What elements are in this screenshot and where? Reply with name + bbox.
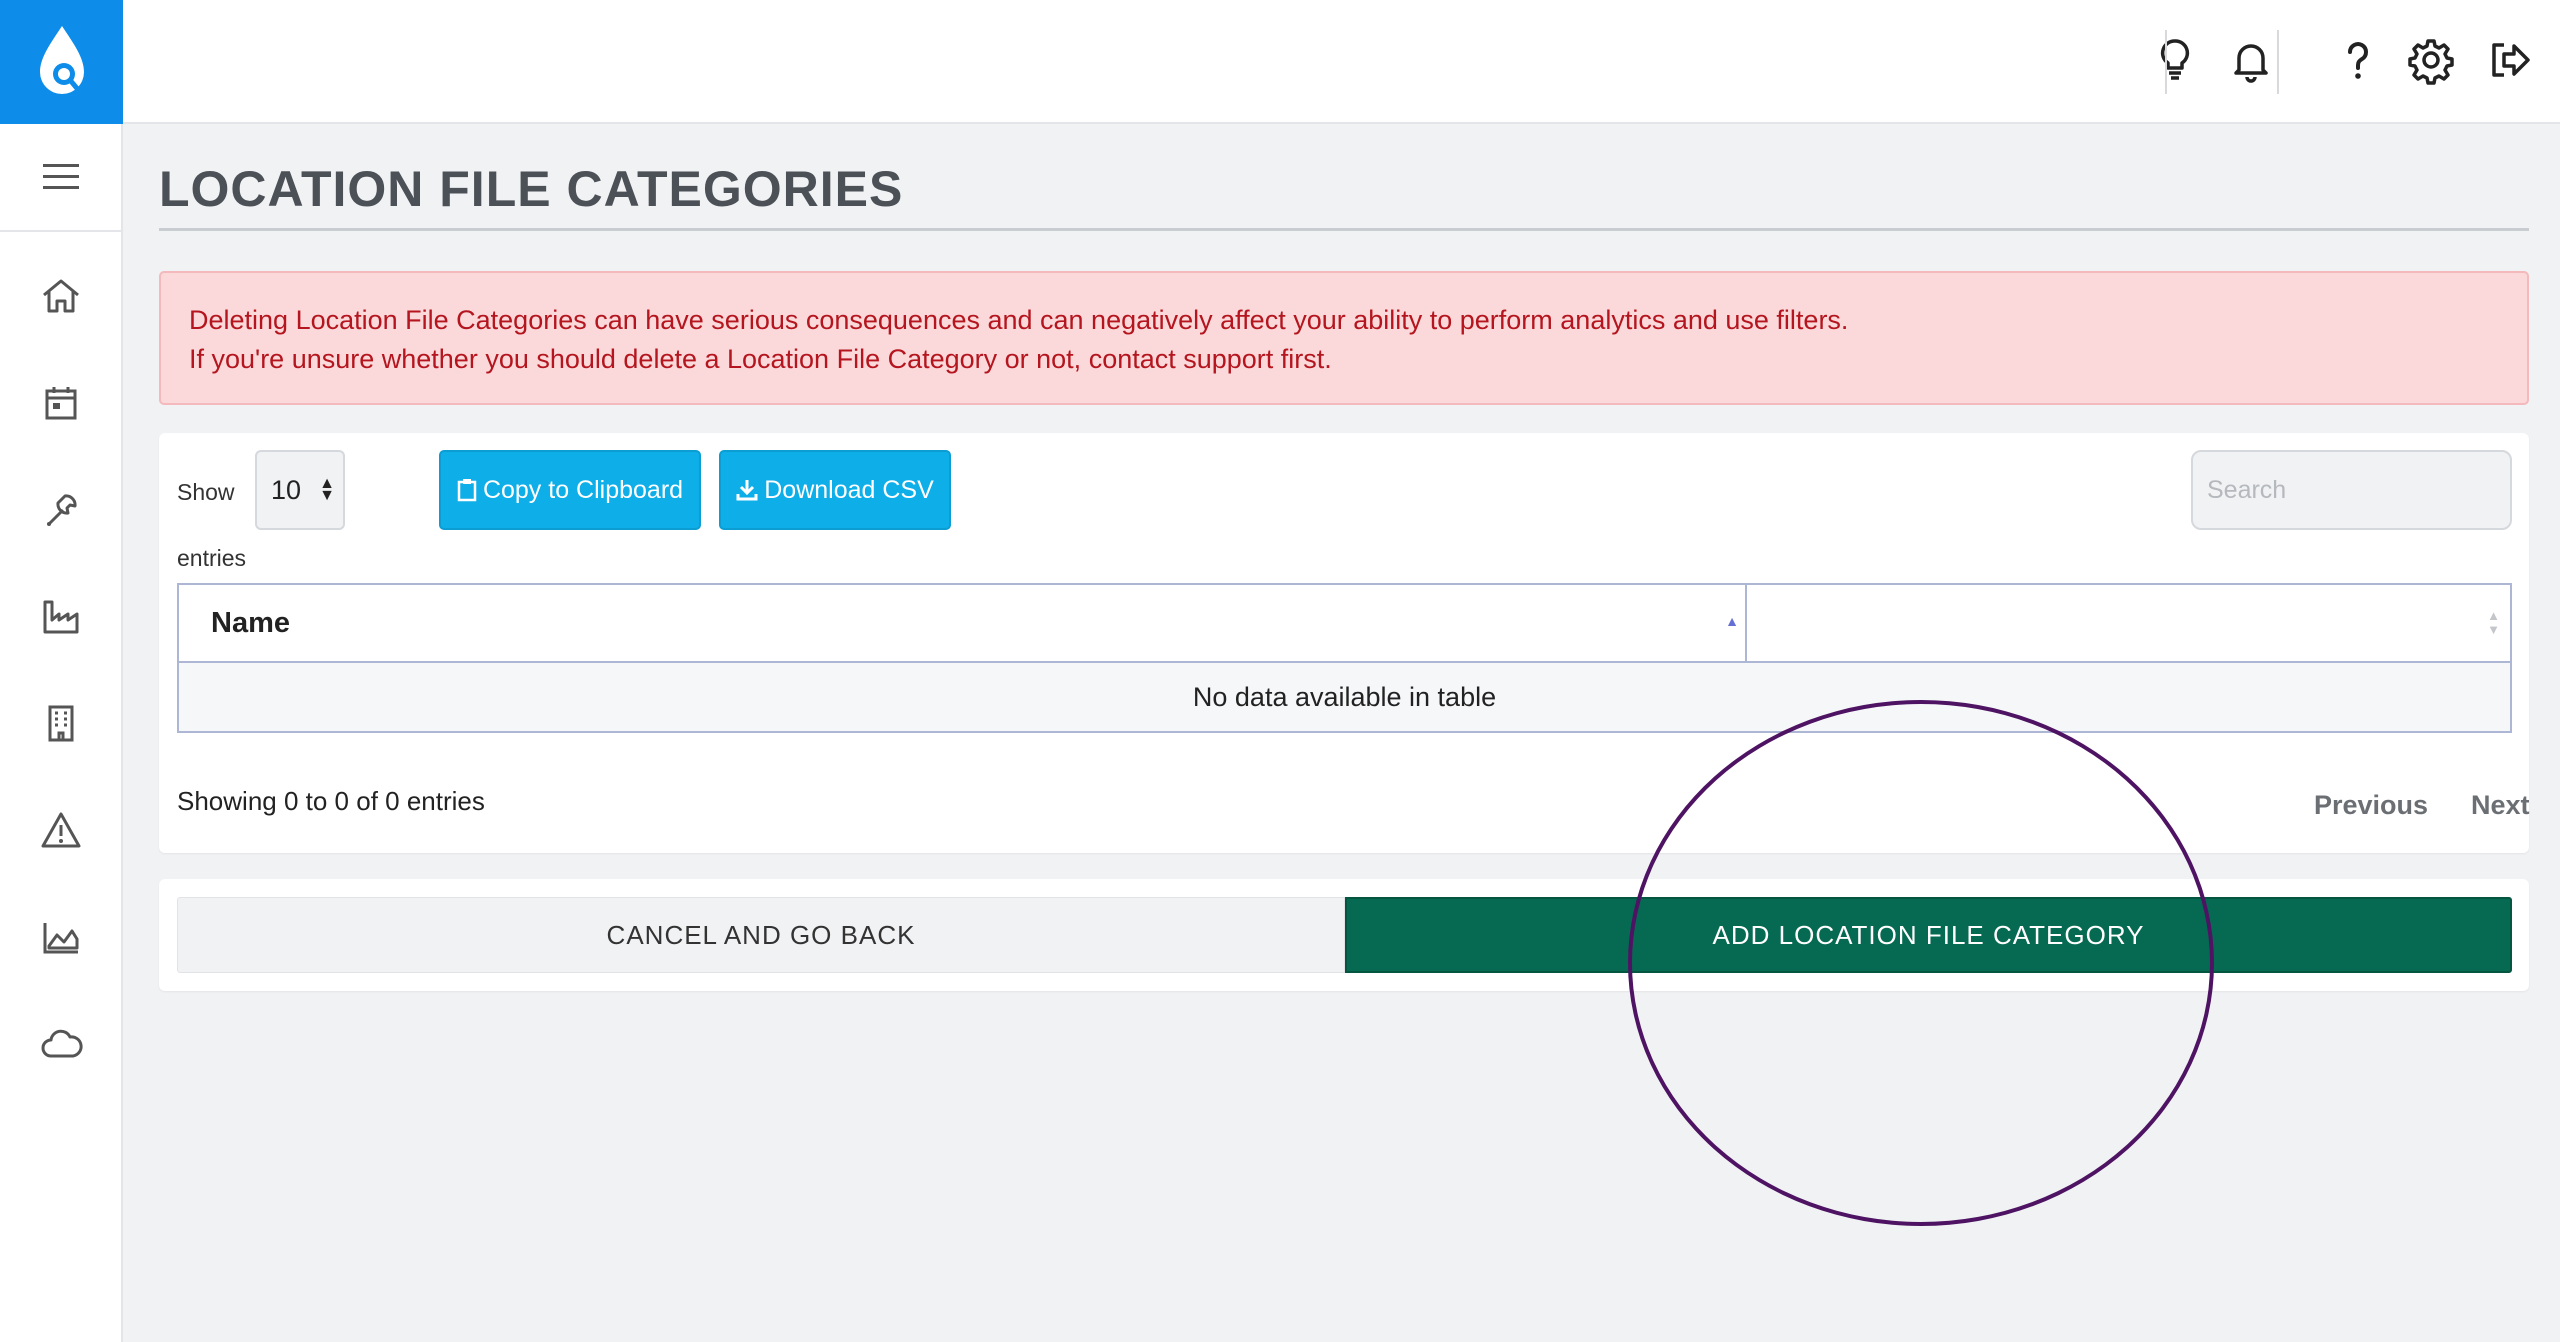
next-page-button[interactable]: Next — [2471, 790, 2530, 821]
building-icon — [48, 705, 73, 741]
copy-label: Copy to Clipboard — [482, 475, 684, 504]
show-label: Show — [177, 479, 235, 505]
alert-line-2: If you're unsure whether you should dele… — [189, 344, 1332, 374]
sidebar-item-buildings[interactable] — [0, 670, 121, 777]
table-header-row: Name ▲ ▲ ▼ — [177, 583, 2512, 663]
gear-icon — [2408, 39, 2454, 85]
sidebar-item-cloud[interactable] — [0, 991, 121, 1098]
entries-per-page-select[interactable]: 10 ▲ ▼ — [255, 450, 345, 530]
sidebar-item-facilities[interactable] — [0, 563, 121, 670]
top-header — [123, 0, 2560, 124]
hamburger-icon — [42, 164, 79, 189]
download-csv-button[interactable]: Download CSV — [719, 450, 951, 530]
column-header-name[interactable]: Name ▲ — [177, 583, 1747, 663]
menu-toggle-button[interactable] — [0, 124, 121, 232]
table-card: Show 10 ▲ ▼ entries Copy to Clipboard Dow… — [159, 433, 2530, 853]
csv-label: Download CSV — [764, 475, 934, 504]
alert-line-1: Deleting Location File Categories can ha… — [189, 305, 1849, 335]
main-content: LOCATION FILE CATEGORIES Deleting Locati… — [123, 124, 2560, 1342]
table-info: Showing 0 to 0 of 0 entries — [177, 786, 485, 816]
copy-to-clipboard-button[interactable]: Copy to Clipboard — [439, 450, 701, 530]
wrench-icon — [46, 493, 77, 526]
sort-both-icon: ▲ ▼ — [2487, 608, 2500, 637]
help-button[interactable] — [2328, 30, 2388, 90]
help-icon — [2348, 42, 2368, 79]
sidebar-item-maintenance[interactable] — [0, 456, 121, 563]
actions-card: CANCEL AND GO BACK ADD LOCATION FILE CAT… — [159, 879, 2529, 991]
header-divider — [2277, 30, 2279, 94]
sidebar-item-calendar[interactable] — [0, 349, 121, 456]
app-logo[interactable] — [0, 0, 123, 124]
home-icon — [42, 279, 79, 312]
warning-icon — [41, 812, 80, 847]
previous-page-button[interactable]: Previous — [2314, 790, 2428, 821]
notifications-button[interactable] — [2221, 30, 2281, 90]
page-title: LOCATION FILE CATEGORIES — [159, 160, 2529, 231]
tips-button[interactable] — [2145, 30, 2205, 90]
entries-value: 10 — [271, 475, 302, 505]
sidebar-item-alerts[interactable] — [0, 777, 121, 884]
table-row: No data available in table — [177, 661, 2512, 733]
cloud-icon — [41, 1029, 83, 1057]
download-icon — [736, 480, 758, 501]
calendar-icon — [45, 386, 76, 419]
settings-button[interactable] — [2401, 30, 2461, 90]
entries-label: entries — [177, 545, 247, 571]
data-table: Name ▲ ▲ ▼ No data available in table — [177, 583, 2512, 733]
add-location-file-category-button[interactable]: ADD LOCATION FILE CATEGORY — [1345, 897, 2512, 973]
search-input[interactable] — [2191, 450, 2512, 530]
bell-icon — [2234, 44, 2268, 83]
sidebar — [0, 0, 123, 1342]
sidebar-item-analytics[interactable] — [0, 884, 121, 991]
factory-icon — [43, 600, 78, 633]
warning-alert: Deleting Location File Categories can ha… — [159, 271, 2529, 405]
water-drop-logo-icon — [39, 26, 84, 94]
empty-table-message: No data available in table — [177, 661, 2512, 733]
column-header-label: Name — [211, 606, 290, 639]
lightbulb-icon — [2160, 39, 2190, 80]
sidebar-item-home[interactable] — [0, 242, 121, 349]
logout-button[interactable] — [2479, 30, 2539, 90]
sort-ascending-icon: ▲ — [1725, 613, 1739, 629]
logout-icon — [2492, 43, 2530, 77]
clipboard-icon — [457, 479, 477, 502]
header-divider — [2165, 30, 2167, 94]
sort-caret-icon: ▲ ▼ — [319, 475, 335, 504]
area-chart-icon — [43, 922, 78, 953]
cancel-button[interactable]: CANCEL AND GO BACK — [177, 897, 1345, 973]
column-header-actions[interactable]: ▲ ▼ — [1745, 583, 2512, 663]
